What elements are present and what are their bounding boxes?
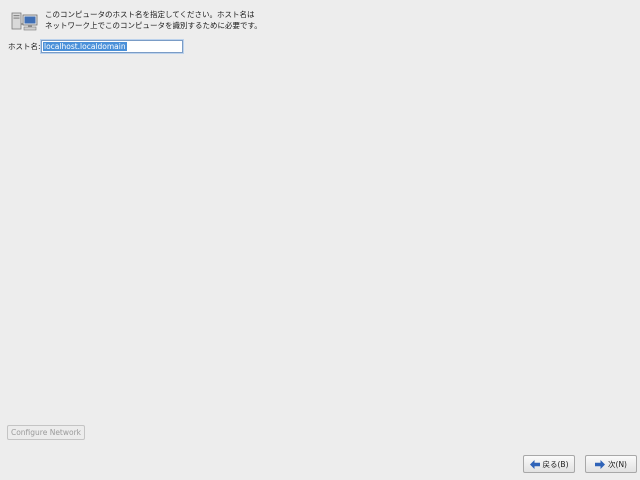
intro-line-1: このコンピュータのホスト名を指定してください。ホスト名は — [45, 10, 255, 19]
back-button[interactable]: 戻る(B) — [523, 455, 575, 473]
arrow-right-icon — [595, 459, 606, 469]
back-button-label: 戻る(B) — [542, 459, 569, 469]
hostname-label: ホスト名: — [8, 42, 41, 51]
network-computers-icon — [10, 10, 40, 34]
intro-text: このコンピュータのホスト名を指定してください。ホスト名は ネットワーク上でこのコ… — [45, 10, 262, 31]
hostname-input[interactable]: localhost.localdomain — [41, 40, 183, 53]
arrow-left-icon — [529, 459, 540, 469]
configure-network-button[interactable]: Configure Network — [7, 425, 85, 440]
next-button[interactable]: 次(N) — [585, 455, 637, 473]
hostname-value[interactable]: localhost.localdomain — [43, 42, 127, 51]
next-button-label: 次(N) — [608, 459, 627, 469]
configure-network-label: Configure Network — [10, 428, 82, 437]
intro-line-2: ネットワーク上でこのコンピュータを識別するために必要です。 — [45, 20, 262, 30]
